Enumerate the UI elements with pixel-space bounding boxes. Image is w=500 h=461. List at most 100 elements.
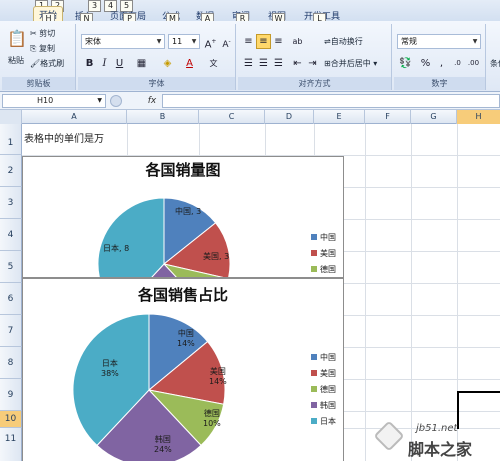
merge-center-button[interactable]: ⊞合并后居中 ▾ [324,56,377,71]
data-label-japan: 日本 38% [101,359,119,378]
align-left-icon[interactable]: ☰ [241,56,256,71]
row-header[interactable]: 8 [0,347,22,379]
pie-chart-1 [97,197,231,278]
legend-swatch [311,386,317,392]
legend-swatch [311,370,317,376]
chart-sales-volume[interactable]: 各国销量图 中国, 3 美国, 3 日本, 8 中国 美国 德国 [22,156,344,278]
decrease-decimal-icon[interactable]: .00 [466,56,481,71]
shrink-font-icon[interactable]: A- [219,34,234,50]
legend-swatch [311,402,317,408]
data-label-china: 中国 14% [177,329,195,348]
merge-icon: ⊞ [324,59,331,68]
wrap-text-button[interactable]: ⇌自动换行 [324,34,363,49]
group-label: 数字 [394,77,485,90]
group-label: 对齐方式 [238,77,391,90]
phonetic-icon[interactable]: 文 [206,56,221,71]
column-header[interactable]: F [365,110,411,124]
data-label-germany: 德国 10% [203,409,221,428]
data-label-usa: 美国, 3 [203,252,230,261]
row-header[interactable]: 4 [0,219,22,251]
row-header[interactable]: 6 [0,283,22,315]
percent-icon[interactable]: % [418,56,433,71]
number-format-select[interactable]: 常规 ▼ [397,34,481,49]
format-painter-button[interactable]: 🖌格式刷 [30,56,64,71]
legend-item: 德国 [311,384,336,395]
fill-color-icon[interactable]: ◈ [160,56,175,71]
watermark: jb51.net 脚本之家 [373,420,496,459]
legend-swatch [311,250,317,256]
legend-item: 中国 [311,352,336,363]
legend-item: 韩国 [311,400,336,411]
wrap-icon: ⇌ [324,37,331,46]
cut-button[interactable]: ✂ 剪切 [30,26,55,41]
border-icon[interactable]: ▦ [134,56,149,71]
column-headers: A B C D E F G H [0,110,500,124]
chevron-down-icon: ▼ [97,97,102,104]
row-header[interactable]: 3 [0,187,22,219]
watermark-text: 脚本之家 [408,440,473,459]
bold-icon[interactable]: B [82,56,97,71]
column-header[interactable]: D [265,110,314,124]
row-header[interactable]: 5 [0,251,22,283]
brush-icon: 🖌 [30,59,41,68]
paste-icon[interactable]: 📋 [6,27,27,51]
legend-item: 美国 [311,248,336,259]
grow-font-icon[interactable]: A+ [203,34,218,50]
row-header[interactable]: 2 [0,155,22,187]
data-label-japan: 日本, 8 [103,244,130,253]
italic-icon[interactable]: I [97,56,112,71]
chart-sales-share[interactable]: 各国销售占比 中国 14% 美国 14% 德国 10% 韩国 24% 日本 38% 中国 … [22,278,344,461]
legend-item: 中国 [311,232,336,243]
group-label: 剪贴板 [2,77,75,90]
data-label-korea: 韩国 24% [154,435,172,454]
column-header[interactable]: A [22,110,127,124]
formula-circle-icon [110,95,122,107]
formula-input[interactable] [162,94,500,108]
data-label-usa: 美国 14% [209,367,227,386]
legend-item: 德国 [311,264,336,275]
align-middle-icon[interactable]: ≡ [256,34,271,49]
row-header[interactable]: 7 [0,315,22,347]
group-label: 字体 [78,77,235,90]
insert-function-button[interactable]: fx [144,94,160,108]
column-header-selected[interactable]: H [457,110,500,124]
align-top-icon[interactable]: ≡ [241,34,256,49]
font-size-select[interactable]: 11 ▼ [168,34,200,49]
chevron-down-icon: ▼ [156,38,162,45]
ribbon-tab-bar: 1 2 3 4 5 开始 插入 页面布局 公式 数据 审阅 视图 开发工具 H … [0,0,500,24]
column-header[interactable]: E [314,110,365,124]
paste-button[interactable]: 粘贴 [8,53,24,68]
copy-button[interactable]: ⎘ 复制 [30,41,55,56]
orientation-icon[interactable]: ab [290,34,305,49]
decrease-indent-icon[interactable]: ⇤ [290,56,305,71]
column-header[interactable]: C [199,110,265,124]
currency-icon[interactable]: 💱 [398,56,413,71]
font-color-icon[interactable]: A [182,56,197,71]
underline-icon[interactable]: U [112,56,127,71]
align-bottom-icon[interactable]: ≡ [271,34,286,49]
align-right-icon[interactable]: ☰ [271,56,286,71]
increase-decimal-icon[interactable]: .0 [450,56,465,71]
watermark-url: jb51.net [416,423,458,434]
legend-item: 日本 [311,416,336,427]
row-header[interactable]: 11 [0,428,22,461]
cell-a1[interactable]: 表格中的单们是万 [24,130,104,145]
ribbon: 📋 粘贴 ✂ 剪切 ⎘ 复制 🖌格式刷 剪贴板 宋体 ▼ 11 ▼ A+ A- B … [0,21,500,92]
row-header-selected[interactable]: 10 [0,411,22,428]
select-all-corner[interactable] [0,110,22,124]
name-box[interactable]: H10 ▼ [2,94,106,108]
font-name-select[interactable]: 宋体 ▼ [81,34,165,49]
align-center-icon[interactable]: ☰ [256,56,271,71]
comma-icon[interactable]: , [434,56,449,71]
conditional-format-button[interactable]: 条件 [490,56,500,71]
column-header[interactable]: B [127,110,199,124]
increase-indent-icon[interactable]: ⇥ [305,56,320,71]
scissors-icon: ✂ [30,29,37,38]
font-group: 宋体 ▼ 11 ▼ A+ A- B I U ▦ ◈ A 文 字体 [78,24,236,90]
formula-bar: H10 ▼ fx [0,92,500,110]
number-group: 常规 ▼ 💱 % , .0 .00 数字 [394,24,486,90]
row-header[interactable]: 9 [0,379,22,411]
column-header[interactable]: G [411,110,457,124]
row-header[interactable]: 1 [0,124,22,155]
slice-japan[interactable] [97,197,165,278]
